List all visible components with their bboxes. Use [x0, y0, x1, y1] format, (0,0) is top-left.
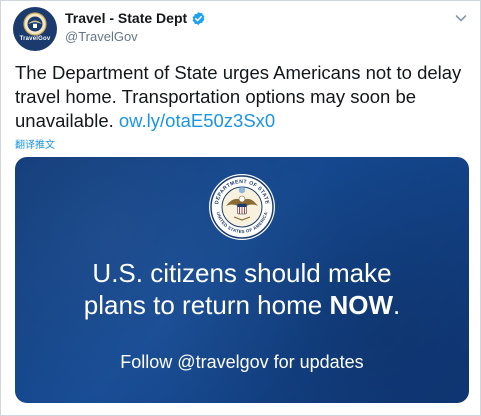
translate-tweet-link[interactable]: 翻译推文 — [15, 136, 55, 151]
avatar-label: TravelGov — [19, 36, 51, 42]
tweet-link[interactable]: ow.ly/otaE50z3Sx0 — [119, 110, 275, 131]
chevron-down-icon[interactable] — [454, 11, 468, 25]
headline-line-2-suffix: . — [393, 290, 401, 320]
follow-text: Follow @travelgov for updates — [120, 352, 364, 372]
department-of-state-seal-icon: DEPARTMENT OF STATE UNITED STATES OF AME… — [209, 174, 275, 240]
avatar[interactable]: TravelGov — [13, 7, 57, 51]
account-handle[interactable]: @TravelGov — [65, 29, 138, 44]
headline-line-2: plans to return home NOW. — [15, 289, 469, 321]
tweet-card: TravelGov Travel - State Dept @TravelGov… — [0, 0, 481, 416]
headline-line-2-prefix: plans to return home — [83, 290, 330, 320]
verified-badge-icon — [192, 11, 205, 25]
seal-icon — [23, 12, 47, 36]
name-row: Travel - State Dept — [65, 10, 206, 26]
image-headline: U.S. citizens should make plans to retur… — [15, 257, 469, 321]
display-name[interactable]: Travel - State Dept — [65, 10, 187, 26]
headline-emphasis: NOW — [329, 290, 393, 320]
tweet-image[interactable]: DEPARTMENT OF STATE UNITED STATES OF AME… — [15, 157, 469, 403]
headline-line-1: U.S. citizens should make — [92, 258, 392, 288]
tweet-text: The Department of State urges Americans … — [15, 61, 471, 133]
